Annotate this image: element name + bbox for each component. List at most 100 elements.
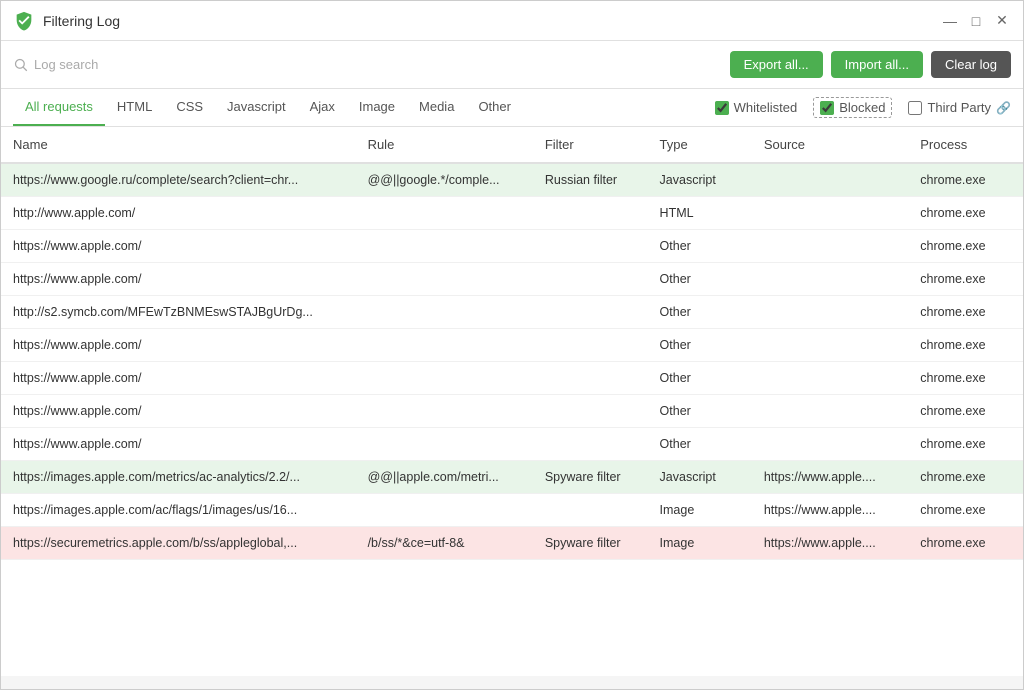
cell-source: https://www.apple....: [752, 527, 908, 560]
cell-filter: [533, 362, 648, 395]
search-input[interactable]: [34, 57, 722, 72]
table-row[interactable]: http://www.apple.com/HTML chrome.exe: [1, 197, 1023, 230]
blocked-wrapper: Blocked: [813, 97, 892, 118]
minimize-button[interactable]: —: [941, 12, 959, 30]
col-header-source: Source: [752, 127, 908, 163]
whitelisted-checkbox[interactable]: [715, 101, 729, 115]
import-button[interactable]: Import all...: [831, 51, 923, 78]
filter-tab-other[interactable]: Other: [466, 89, 523, 126]
third-party-check[interactable]: Third Party 🔗: [908, 100, 1011, 115]
filter-tab-image[interactable]: Image: [347, 89, 407, 126]
table-row[interactable]: https://www.apple.com/Otherchrome.exe: [1, 395, 1023, 428]
cell-type: Image: [648, 527, 752, 560]
table-row[interactable]: http://s2.symcb.com/MFEwTzBNMEswSTAJBgUr…: [1, 296, 1023, 329]
cell-filter: [533, 296, 648, 329]
cell-type: HTML: [648, 197, 752, 230]
cell-name: https://images.apple.com/ac/flags/1/imag…: [1, 494, 356, 527]
cell-name: http://www.apple.com/: [1, 197, 356, 230]
cell-process: chrome.exe: [908, 263, 1023, 296]
whitelisted-label: Whitelisted: [734, 100, 798, 115]
title-bar-controls: — □ ✕: [941, 12, 1011, 30]
cell-filter: [533, 329, 648, 362]
table-row[interactable]: https://www.google.ru/complete/search?cl…: [1, 163, 1023, 197]
filter-checks: Whitelisted Blocked Third Party 🔗: [715, 97, 1011, 118]
cell-type: Other: [648, 362, 752, 395]
cell-filter: Spyware filter: [533, 461, 648, 494]
app-title: Filtering Log: [43, 13, 120, 29]
whitelisted-check[interactable]: Whitelisted: [715, 100, 798, 115]
col-header-rule: Rule: [356, 127, 533, 163]
cell-process: chrome.exe: [908, 428, 1023, 461]
cell-process: chrome.exe: [908, 296, 1023, 329]
table-row[interactable]: https://images.apple.com/metrics/ac-anal…: [1, 461, 1023, 494]
cell-process: chrome.exe: [908, 163, 1023, 197]
maximize-button[interactable]: □: [967, 12, 985, 30]
cell-source: [752, 428, 908, 461]
blocked-check[interactable]: Blocked: [820, 100, 885, 115]
cell-source: [752, 329, 908, 362]
cell-filter: [533, 494, 648, 527]
cell-name: https://www.apple.com/: [1, 395, 356, 428]
table-row[interactable]: https://www.apple.com/Otherchrome.exe: [1, 329, 1023, 362]
table-body: https://www.google.ru/complete/search?cl…: [1, 163, 1023, 560]
table-row[interactable]: https://securemetrics.apple.com/b/ss/app…: [1, 527, 1023, 560]
cell-rule: @@||google.*/comple...: [356, 163, 533, 197]
cell-name: https://images.apple.com/metrics/ac-anal…: [1, 461, 356, 494]
filter-tab-media[interactable]: Media: [407, 89, 466, 126]
table-header: NameRuleFilterTypeSourceProcess: [1, 127, 1023, 163]
cell-source: https://www.apple....: [752, 494, 908, 527]
filter-tab-javascript[interactable]: Javascript: [215, 89, 298, 126]
cell-type: Other: [648, 329, 752, 362]
cell-name: https://www.apple.com/: [1, 329, 356, 362]
cell-name: https://www.apple.com/: [1, 230, 356, 263]
cell-type: Other: [648, 296, 752, 329]
cell-filter: Russian filter: [533, 163, 648, 197]
cell-source: [752, 197, 908, 230]
cell-name: https://www.apple.com/: [1, 263, 356, 296]
col-header-process: Process: [908, 127, 1023, 163]
filter-bar: All requestsHTMLCSSJavascriptAjaxImageMe…: [1, 89, 1023, 127]
cell-type: Other: [648, 395, 752, 428]
cell-source: [752, 263, 908, 296]
cell-process: chrome.exe: [908, 197, 1023, 230]
cell-rule: @@||apple.com/metri...: [356, 461, 533, 494]
toolbar: Export all... Import all... Clear log: [1, 41, 1023, 89]
clear-log-button[interactable]: Clear log: [931, 51, 1011, 78]
cell-source: [752, 230, 908, 263]
title-bar: Filtering Log — □ ✕: [1, 1, 1023, 41]
table-row[interactable]: https://www.apple.com/Other chrome.exe: [1, 230, 1023, 263]
table-container: NameRuleFilterTypeSourceProcess https://…: [1, 127, 1023, 676]
cell-filter: [533, 263, 648, 296]
filter-tab-ajax[interactable]: Ajax: [298, 89, 347, 126]
third-party-checkbox[interactable]: [908, 101, 922, 115]
cell-rule: [356, 197, 533, 230]
table-row[interactable]: https://www.apple.com/Otherchrome.exe: [1, 428, 1023, 461]
blocked-checkbox[interactable]: [820, 101, 834, 115]
cell-source: [752, 395, 908, 428]
search-icon: [13, 57, 28, 72]
filter-tab-css[interactable]: CSS: [164, 89, 215, 126]
filter-tab-html[interactable]: HTML: [105, 89, 164, 126]
cell-type: Javascript: [648, 163, 752, 197]
cell-rule: [356, 230, 533, 263]
table-row[interactable]: https://images.apple.com/ac/flags/1/imag…: [1, 494, 1023, 527]
filter-tab-all[interactable]: All requests: [13, 89, 105, 126]
cell-rule: /b/ss/*&ce=utf-8&: [356, 527, 533, 560]
export-button[interactable]: Export all...: [730, 51, 823, 78]
cell-type: Image: [648, 494, 752, 527]
table-row[interactable]: https://www.apple.com/Other chrome.exe: [1, 362, 1023, 395]
cell-filter: Spyware filter: [533, 527, 648, 560]
cell-process: chrome.exe: [908, 230, 1023, 263]
title-bar-left: Filtering Log: [13, 10, 120, 32]
table-row[interactable]: https://www.apple.com/Other chrome.exe: [1, 263, 1023, 296]
cell-process: chrome.exe: [908, 362, 1023, 395]
cell-source: [752, 296, 908, 329]
cell-name: https://www.apple.com/: [1, 428, 356, 461]
cell-rule: [356, 494, 533, 527]
cell-process: chrome.exe: [908, 494, 1023, 527]
col-header-filter: Filter: [533, 127, 648, 163]
close-button[interactable]: ✕: [993, 12, 1011, 30]
cell-name: https://www.apple.com/: [1, 362, 356, 395]
cell-type: Other: [648, 263, 752, 296]
cell-type: Other: [648, 230, 752, 263]
